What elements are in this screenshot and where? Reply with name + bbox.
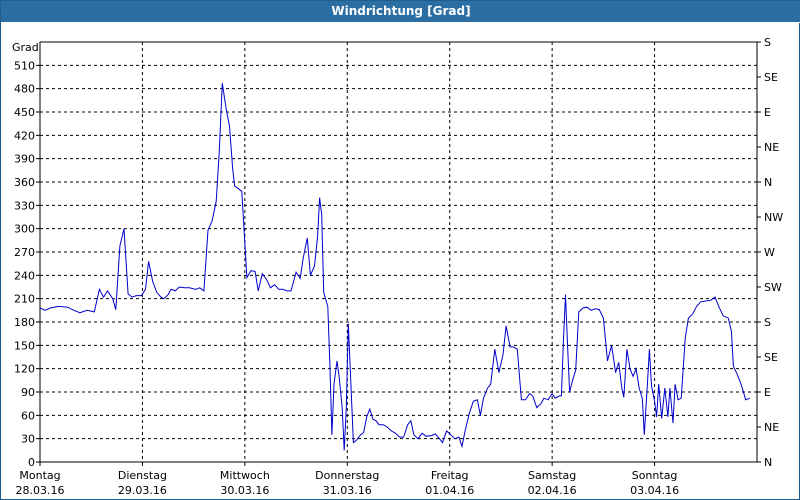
x-axis-ticks: Montag 28.03.16 Dienstag 29.03.16 Mittwoch 30… [16,462,679,497]
x-tick-date: 29.03.16 [118,484,167,497]
y-tick-label: 180 [14,316,35,329]
y2-tick-label: NW [764,211,783,224]
y-tick-label: 270 [14,246,35,259]
y-tick-label: 450 [14,106,35,119]
y2-tick-label: SE [764,71,778,84]
x-tick-date: 03.04.16 [630,484,679,497]
y2-tick-label: N [764,176,772,189]
x-tick-date: 30.03.16 [220,484,269,497]
y-tick-label: 390 [14,153,35,166]
y-tick-label: 300 [14,223,35,236]
y2-tick-label: E [764,386,771,399]
y-tick-label: 330 [14,199,35,212]
grid-lines [40,42,757,462]
x-tick-date: 01.04.16 [425,484,474,497]
y2-tick-label: SE [764,351,778,364]
y-axis-ticks: 0 30 60 90 120 150 180 210 240 270 300 330 360 390 420… [14,59,40,469]
y-tick-label: 150 [14,339,35,352]
y-tick-label: 30 [21,433,35,446]
y-tick-label: 90 [21,386,35,399]
y-tick-label: 120 [14,363,35,376]
y2-tick-label: N [764,456,772,469]
x-tick-day: Montag [19,469,60,482]
y2-tick-label: SW [764,281,782,294]
x-tick-day: Mittwoch [220,469,270,482]
y2-tick-label: E [764,106,771,119]
wind-direction-chart: Grad 0 30 60 90 120 150 180 210 240 270 300 330 360 3… [12,36,783,497]
y-tick-label: 60 [21,409,35,422]
y-tick-label: 480 [14,83,35,96]
x-tick-date: 31.03.16 [323,484,372,497]
y2-tick-label: S [764,316,771,329]
y2-tick-label: W [764,246,775,259]
x-tick-date: 02.04.16 [528,484,577,497]
y-tick-label: 420 [14,129,35,142]
y2-tick-label: NE [764,141,779,154]
x-tick-day: Sonntag [632,469,678,482]
x-tick-day: Samstag [528,469,576,482]
x-tick-day: Donnerstag [315,469,379,482]
y-axis-title: Grad [12,41,39,54]
series-line [39,83,750,451]
plot-area [39,41,758,463]
x-tick-day: Freitag [431,469,469,482]
y2-axis-ticks: N NE E SE S SW W NW N NE E SE S [757,36,783,469]
x-tick-date: 28.03.16 [16,484,65,497]
y-tick-label: 240 [14,269,35,282]
y-tick-label: 210 [14,293,35,306]
y2-tick-label: NE [764,421,779,434]
y-tick-label: 0 [28,456,35,469]
y-tick-label: 360 [14,176,35,189]
x-tick-day: Dienstag [118,469,167,482]
y2-tick-label: S [764,36,771,49]
y-tick-label: 510 [14,59,35,72]
